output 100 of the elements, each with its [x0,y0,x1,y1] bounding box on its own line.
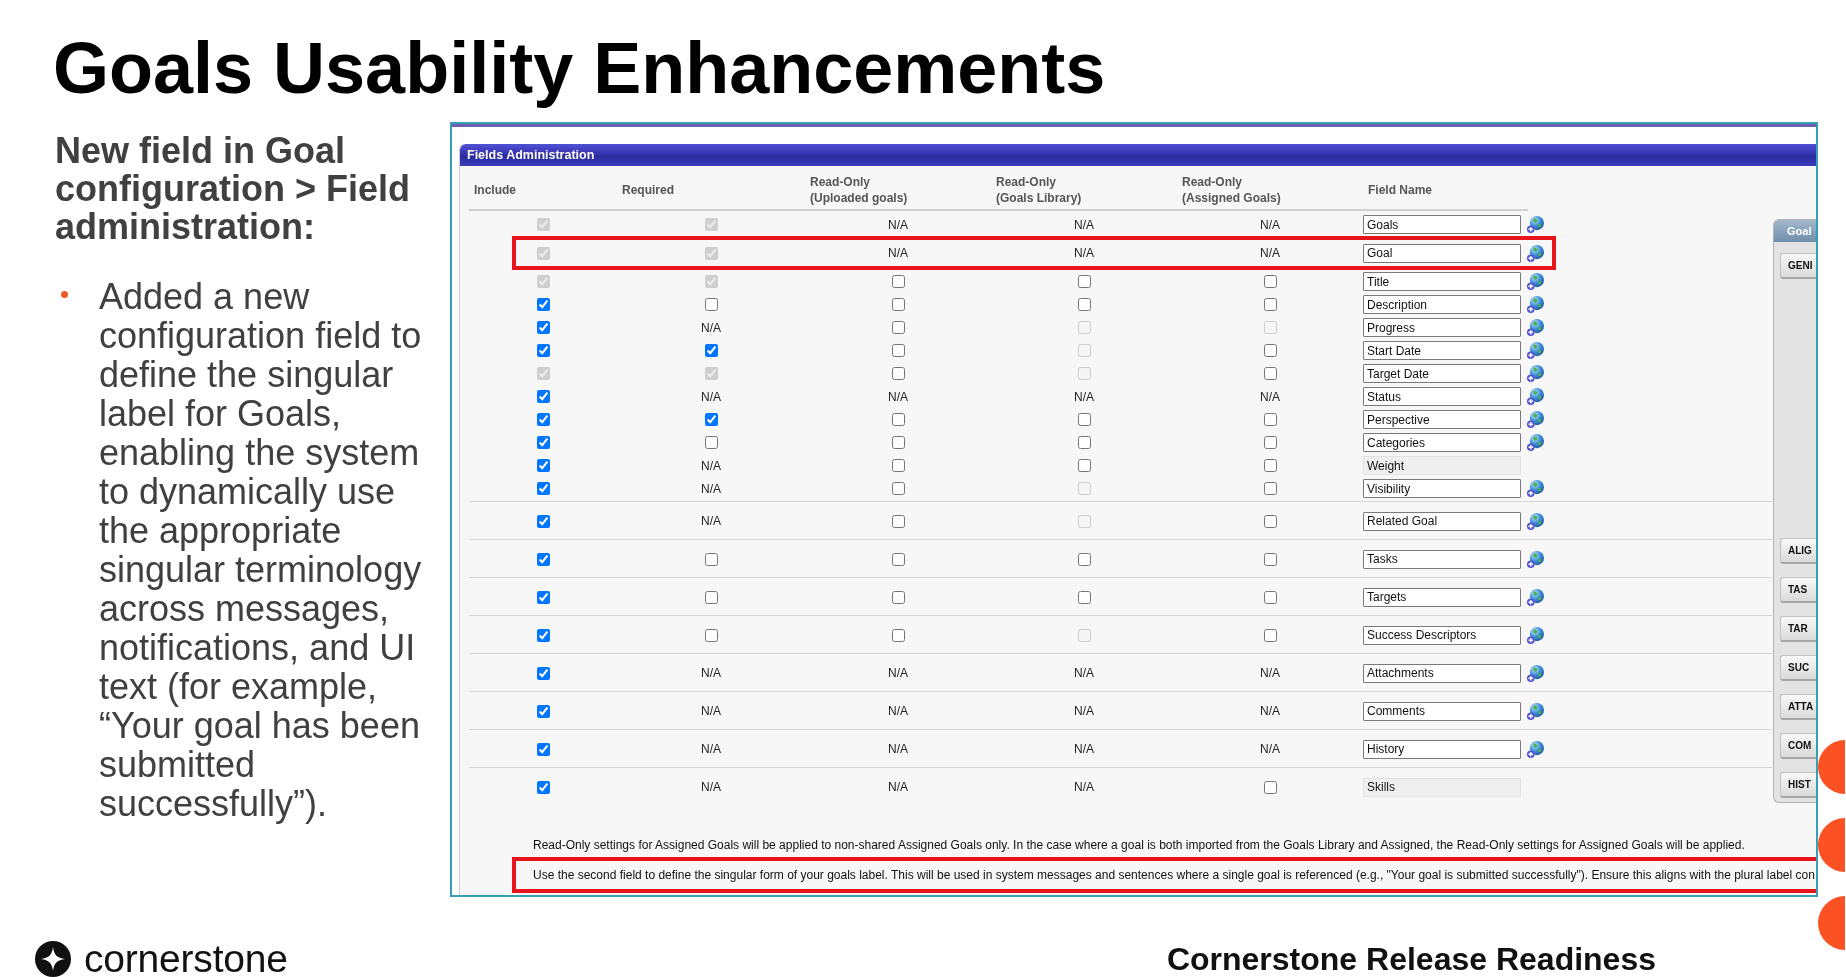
checkbox[interactable] [1263,780,1277,794]
checkbox[interactable] [891,459,905,472]
checkbox[interactable] [891,514,905,528]
checkbox[interactable] [536,298,550,311]
checkbox[interactable] [1077,298,1091,311]
globe-icon[interactable] [1527,588,1544,606]
field-name-input[interactable]: Success Descriptors [1363,625,1521,645]
globe-icon[interactable] [1527,365,1544,382]
checkbox[interactable] [1077,590,1091,604]
globe-icon[interactable] [1527,550,1544,568]
checkbox[interactable] [1263,514,1277,528]
field-name-input[interactable]: Goals [1363,215,1521,234]
globe-icon[interactable] [1527,296,1544,313]
checkbox[interactable] [536,459,550,472]
checkbox[interactable] [891,628,905,642]
field-name-input[interactable]: Target Date [1363,364,1521,383]
section-button[interactable]: COM [1780,733,1816,759]
checkbox[interactable] [1263,344,1277,357]
checkbox[interactable] [1263,413,1277,426]
section-button[interactable]: TAS [1780,577,1816,603]
checkbox[interactable] [891,590,905,604]
checkbox[interactable] [536,590,550,604]
checkbox[interactable] [536,780,550,794]
section-button[interactable]: ATTA [1780,694,1816,720]
field-name-input[interactable]: Tasks [1363,549,1521,569]
checkbox[interactable] [891,482,905,495]
checkbox[interactable] [704,344,718,357]
field-name-input[interactable]: Visibility [1363,479,1521,498]
globe-icon[interactable] [1527,512,1544,530]
checkbox[interactable] [536,742,550,756]
section-button[interactable]: GENI [1780,253,1816,279]
checkbox[interactable] [891,298,905,311]
field-name-input[interactable]: Goal [1363,243,1521,263]
field-name-input[interactable]: History [1363,739,1521,759]
checkbox[interactable] [704,552,718,566]
checkbox[interactable] [704,436,718,449]
checkbox[interactable] [891,552,905,566]
section-button[interactable]: HIST [1780,772,1816,798]
globe-icon[interactable] [1527,664,1544,682]
checkbox[interactable] [1263,275,1277,288]
globe-icon[interactable] [1527,388,1544,405]
globe-icon[interactable] [1527,244,1544,262]
checkbox[interactable] [1263,298,1277,311]
field-name-input[interactable]: Categories [1363,433,1521,452]
globe-icon[interactable] [1527,342,1544,359]
checkbox[interactable] [891,413,905,426]
checkbox[interactable] [1077,275,1091,288]
field-name-input[interactable]: Description [1363,295,1521,314]
section-button[interactable]: TAR [1780,616,1816,642]
checkbox[interactable] [1077,459,1091,472]
checkbox[interactable] [536,413,550,426]
globe-icon[interactable] [1527,740,1544,758]
globe-icon[interactable] [1527,626,1544,644]
field-name-input[interactable]: Progress [1363,318,1521,337]
globe-icon[interactable] [1527,273,1544,290]
checkbox[interactable] [536,321,550,334]
checkbox[interactable] [536,436,550,449]
checkbox[interactable] [536,666,550,680]
field-name-input[interactable]: Status [1363,387,1521,406]
section-button[interactable]: SUC [1780,655,1816,681]
checkbox[interactable] [536,344,550,357]
checkbox[interactable] [1263,628,1277,642]
checkbox[interactable] [536,390,550,403]
checkbox[interactable] [891,367,905,380]
checkbox[interactable] [1077,436,1091,449]
checkbox[interactable] [1263,459,1277,472]
globe-icon[interactable] [1527,411,1544,428]
field-name-input[interactable]: Title [1363,272,1521,291]
field-name-input[interactable]: Start Date [1363,341,1521,360]
field-name-input[interactable]: Attachments [1363,663,1521,683]
checkbox[interactable] [704,298,718,311]
globe-icon[interactable] [1527,319,1544,336]
checkbox[interactable] [891,344,905,357]
checkbox[interactable] [536,552,550,566]
field-name-input[interactable]: Related Goal [1363,511,1521,531]
checkbox[interactable] [704,590,718,604]
checkbox[interactable] [1263,367,1277,380]
globe-icon[interactable] [1527,434,1544,451]
checkbox[interactable] [1263,436,1277,449]
field-name-input[interactable]: Comments [1363,701,1521,721]
field-name-input[interactable]: Targets [1363,587,1521,607]
checkbox[interactable] [1263,552,1277,566]
checkbox[interactable] [1263,482,1277,495]
section-button[interactable]: ALIG [1780,538,1816,564]
checkbox[interactable] [1077,552,1091,566]
checkbox[interactable] [704,628,718,642]
field-name-input[interactable]: Perspective [1363,410,1521,429]
checkbox[interactable] [891,321,905,334]
checkbox[interactable] [891,436,905,449]
checkbox[interactable] [891,275,905,288]
checkbox[interactable] [1077,413,1091,426]
checkbox[interactable] [536,482,550,495]
globe-icon[interactable] [1527,480,1544,497]
checkbox[interactable] [536,514,550,528]
globe-icon[interactable] [1527,216,1544,233]
checkbox[interactable] [704,413,718,426]
checkbox[interactable] [536,628,550,642]
checkbox[interactable] [1263,590,1277,604]
globe-icon[interactable] [1527,702,1544,720]
checkbox[interactable] [536,704,550,718]
